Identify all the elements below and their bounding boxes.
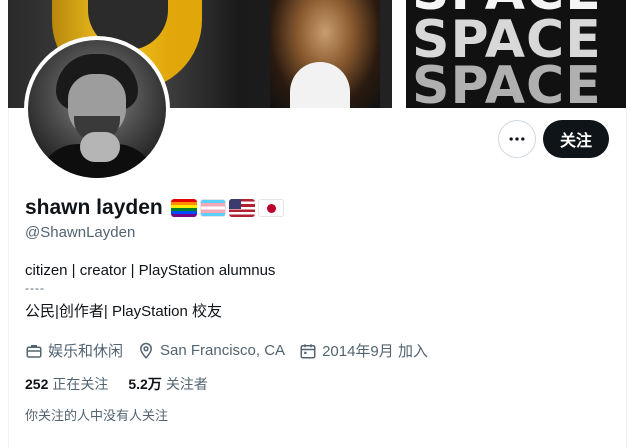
bio-line: 公民|创作者| PlayStation 校友 <box>25 303 223 320</box>
right-divider <box>626 108 627 448</box>
followers-link[interactable]: 5.2万 关注者 <box>128 374 207 394</box>
japan-flag-sun <box>266 204 276 213</box>
following-link[interactable]: 252 正在关注 <box>25 374 108 394</box>
following-label: 正在关注 <box>52 376 109 392</box>
us-flag-icon <box>228 199 255 217</box>
join-date-text: 2014年9月 加入 <box>322 343 428 360</box>
category-item: 娱乐和休闲 <box>25 340 123 361</box>
join-date-item: 2014年9月 加入 <box>299 340 428 361</box>
briefcase-icon <box>26 344 42 358</box>
followers-label: 关注者 <box>165 376 208 392</box>
japan-flag-icon <box>257 199 284 217</box>
bio-line: citizen | creator | PlayStation alumnus <box>25 262 276 279</box>
left-divider <box>8 108 9 448</box>
category-text: 娱乐和休闲 <box>48 343 124 360</box>
display-name: shawn layden <box>25 196 163 219</box>
us-flag-canton <box>228 199 241 209</box>
user-handle: @ShawnLayden <box>25 224 136 241</box>
display-name-row: shawn layden <box>25 196 284 220</box>
profile-meta: 娱乐和休闲 San Francisco, CA 2014年9月 加入 <box>25 340 442 361</box>
avatar[interactable] <box>24 36 170 182</box>
follow-button[interactable]: 关注 <box>543 120 609 158</box>
location-pin-icon <box>140 342 153 359</box>
followers-you-know: 你关注的人中没有人关注 <box>25 408 169 423</box>
location-item: San Francisco, CA <box>137 342 285 360</box>
transgender-flag-icon <box>199 199 226 217</box>
banner-space-text: SPACE <box>412 56 602 108</box>
rainbow-flag-icon <box>170 199 197 217</box>
name-flags <box>170 199 284 217</box>
location-text: San Francisco, CA <box>160 342 286 359</box>
follow-stats: 252 正在关注 5.2万 关注者 <box>25 374 228 394</box>
more-horizontal-icon <box>509 137 525 141</box>
calendar-icon <box>300 343 316 358</box>
avatar-hand <box>80 132 120 162</box>
more-options-button[interactable] <box>498 120 536 158</box>
banner-divider <box>392 0 406 108</box>
followers-count: 5.2万 <box>128 376 162 392</box>
bio-separator: ---- <box>25 281 45 295</box>
banner-space-panel: SPACE SPACE SPACE <box>406 0 626 108</box>
following-count: 252 <box>25 376 49 392</box>
avatar-photo <box>28 40 166 178</box>
